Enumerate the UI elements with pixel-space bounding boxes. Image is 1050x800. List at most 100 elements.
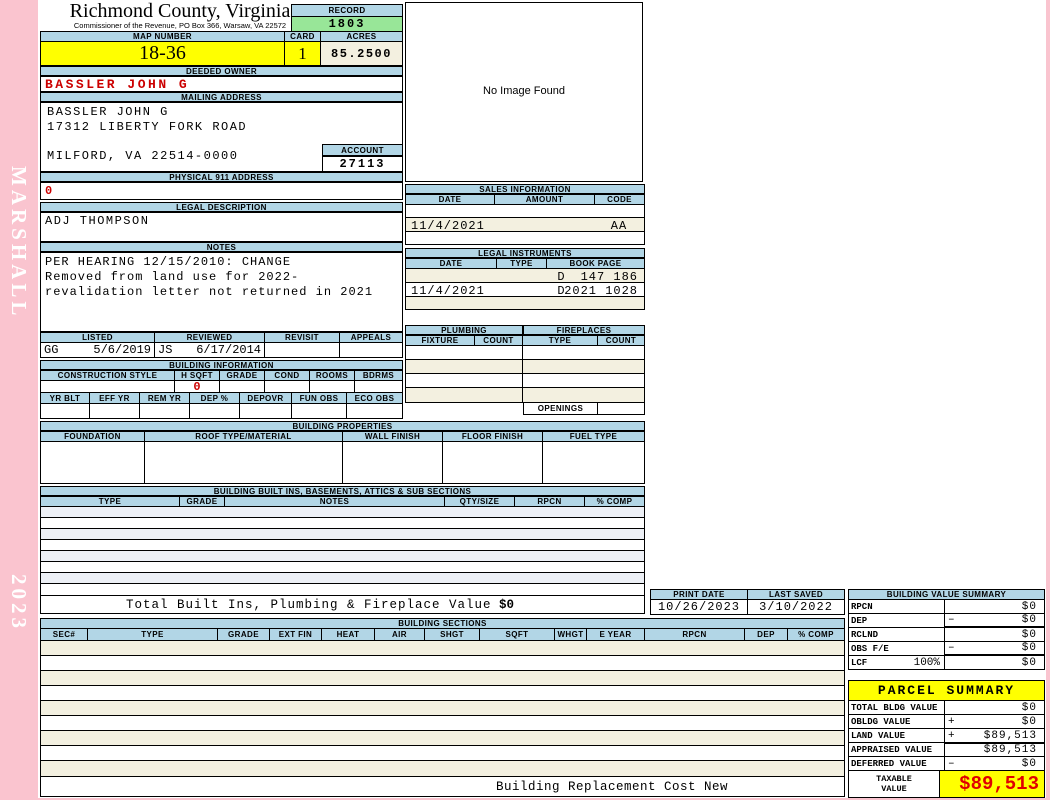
openings-row: OPENINGS: [523, 402, 645, 415]
parcel-value: $0: [1021, 701, 1037, 714]
building-sections-footer-row: Building Replacement Cost New: [40, 776, 845, 797]
building-sections-row: [40, 715, 845, 731]
mailing-line-2: 17312 LIBERTY FORK ROAD: [47, 120, 248, 134]
legal-instrument-row: [405, 296, 645, 310]
acres-value: 85.2500: [321, 41, 403, 66]
vendor-vertical-label: MARSHALL: [7, 166, 31, 320]
bvs-value: $0: [1021, 600, 1037, 613]
taxable-label: TAXABLE VALUE: [848, 770, 940, 798]
parcel-label: TOTAL BLDG VALUE: [848, 700, 945, 715]
appeals-value: [340, 342, 403, 358]
parcel-summary-row: LAND VALUE + $89,513: [848, 728, 1045, 743]
fireplaces-title: FIREPLACES: [523, 325, 645, 335]
bvs-row: DEP – $0: [848, 613, 1045, 628]
building-information-blank-row: [40, 403, 403, 419]
bvs-value: $0: [1021, 656, 1037, 669]
bvs-row: LCF 100% $0: [848, 655, 1045, 670]
map-number-value: 18-36: [40, 41, 285, 66]
no-image-text: No Image Found: [483, 85, 565, 97]
parcel-value: $0: [1021, 757, 1037, 770]
map-card-acres-value-row: 18-36 1 85.2500: [40, 41, 403, 66]
mailing-address-header: MAILING ADDRESS: [40, 92, 403, 102]
bvs-value: $0: [1021, 628, 1037, 641]
parcel-summary-row: DEFERRED VALUE – $0: [848, 756, 1045, 771]
notes-line-2: Removed from land use for 2022-: [45, 270, 300, 284]
notes-header: NOTES: [40, 242, 403, 252]
review-value-row: GG 5/6/2019 JS 6/17/2014: [40, 342, 403, 358]
bvs-row: RCLND $0: [848, 627, 1045, 642]
notes-line-1: PER HEARING 12/15/2010: CHANGE: [45, 255, 292, 269]
parcel-op: –: [948, 757, 955, 770]
building-sections-row: [40, 730, 845, 746]
parcel-value: $0: [1021, 715, 1037, 728]
building-properties-title: BUILDING PROPERTIES: [40, 421, 645, 431]
parcel-label: OBLDG VALUE: [848, 714, 945, 729]
sales-row: 11/4/2021 AA: [405, 217, 645, 232]
building-sections-row: [40, 700, 845, 716]
legal-instrument-row: 11/4/2021 D 2021 1028: [405, 282, 645, 297]
account-value: 27113: [322, 156, 403, 172]
built-ins-total-value: $0: [499, 598, 515, 612]
notes-box: PER HEARING 12/15/2010: CHANGE Removed f…: [40, 252, 403, 332]
plumbing-fireplaces-row: [405, 373, 645, 388]
sales-row: [405, 204, 645, 218]
legal-description-header: LEGAL DESCRIPTION: [40, 202, 403, 212]
legal-instruments-title: LEGAL INSTRUMENTS: [405, 248, 645, 258]
bvs-label: DEP: [851, 615, 868, 626]
county-subtitle: Commissioner of the Revenue, PO Box 366,…: [73, 21, 287, 30]
print-info-value-row: 10/26/2023 3/10/2022: [650, 599, 845, 615]
openings-value: [598, 402, 645, 415]
parcel-op: +: [948, 729, 955, 742]
mailing-line-3: MILFORD, VA 22514-0000: [47, 149, 239, 163]
reviewed-by: JS: [158, 343, 173, 357]
parcel-value: $89,513: [983, 744, 1037, 756]
county-title: Richmond County, Virginia: [69, 0, 291, 22]
listed-date: 5/6/2019: [93, 343, 151, 357]
legal-description-value: ADJ THOMPSON: [40, 212, 403, 242]
building-sections-row: [40, 670, 845, 686]
parcel-summary-row: APPRAISED VALUE $89,513: [848, 742, 1045, 757]
building-sections-row: [40, 655, 845, 671]
taxable-value-row: TAXABLE VALUE $89,513: [848, 770, 1045, 798]
parcel-label: APPRAISED VALUE: [848, 742, 945, 757]
bvs-op: –: [948, 642, 955, 654]
notes-line-3: revalidation letter not returned in 2021: [45, 285, 374, 299]
parcel-op: +: [948, 715, 955, 728]
last-saved-value: 3/10/2022: [748, 599, 845, 615]
parcel-label: DEFERRED VALUE: [848, 756, 945, 771]
mailing-line-1: BASSLER JOHN G: [47, 105, 169, 119]
building-properties-value-row: [40, 441, 645, 484]
revisit-value: [265, 342, 340, 358]
bvs-row: OBS F/E – $0: [848, 641, 1045, 656]
bvs-label: RCLND: [851, 629, 879, 640]
property-record-card: MARSHALL 2023 Richmond County, Virginia …: [0, 0, 1050, 800]
bvs-label: LCF: [851, 657, 868, 668]
parcel-value: $89,513: [983, 729, 1037, 742]
sales-row: [405, 231, 645, 245]
building-replacement-cost-label: Building Replacement Cost New: [496, 780, 729, 794]
bvs-row: RPCN $0: [848, 599, 1045, 614]
legal-instrument-row: D 147 186: [405, 268, 645, 283]
deeded-owner-value: BASSLER JOHN G: [40, 76, 403, 92]
built-ins-total-label: Total Built Ins, Plumbing & Fireplace Va…: [126, 598, 492, 612]
built-ins-title: BUILDING BUILT INS, BASEMENTS, ATTICS & …: [40, 486, 645, 496]
year-vertical-label: 2023: [7, 574, 31, 632]
sales-information-title: SALES INFORMATION: [405, 184, 645, 194]
bvs-op: –: [948, 614, 955, 626]
bvs-pct: 100%: [913, 656, 940, 669]
bvs-value: $0: [1021, 614, 1037, 626]
parcel-summary-row: TOTAL BLDG VALUE $0: [848, 700, 1045, 715]
bvs-label: RPCN: [851, 601, 873, 612]
built-ins-total-row: Total Built Ins, Plumbing & Fireplace Va…: [40, 595, 645, 614]
building-sections-row: [40, 640, 845, 656]
deeded-owner-header: DEEDED OWNER: [40, 66, 403, 76]
plumbing-fireplaces-row: [405, 345, 645, 360]
record-card-document: Richmond County, Virginia Commissioner o…: [38, 0, 1046, 798]
listed-by: GG: [44, 343, 59, 357]
building-information-title: BUILDING INFORMATION: [40, 360, 403, 370]
print-date-value: 10/26/2023: [650, 599, 748, 615]
record-value: 1803: [291, 16, 403, 32]
openings-label: OPENINGS: [523, 402, 598, 415]
building-sections-row: [40, 745, 845, 761]
photo-panel: No Image Found: [405, 2, 643, 182]
